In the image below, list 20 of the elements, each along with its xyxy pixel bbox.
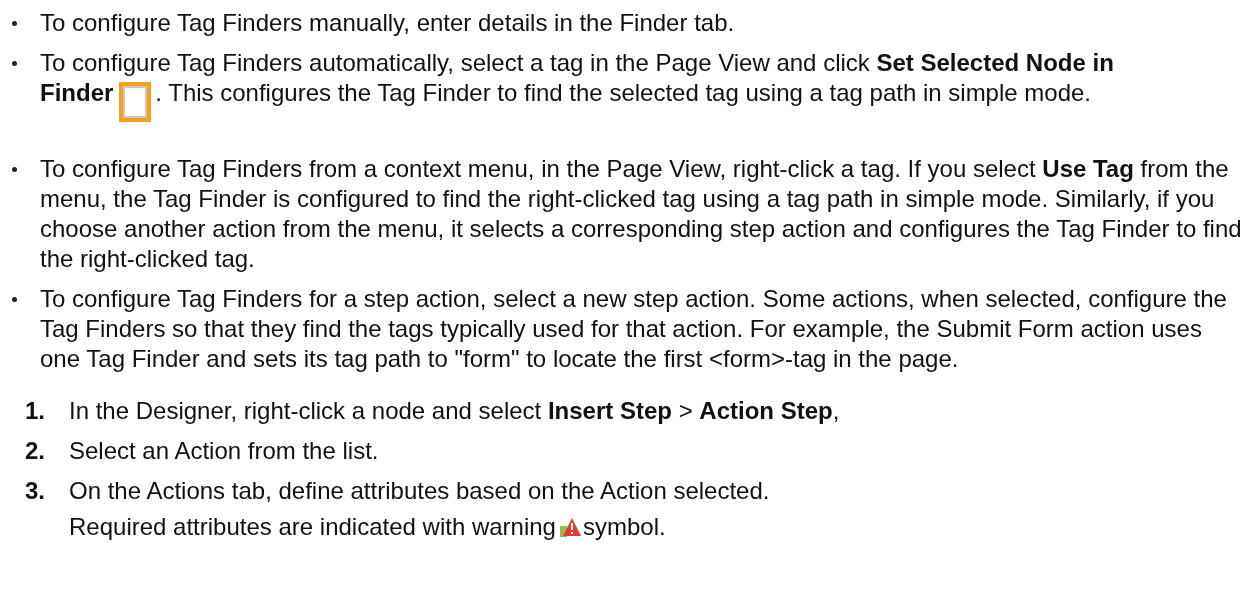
paragraph-text: To configure Tag Finders from a context menu, in the Page View, right-click a tag. If you select Use Tag from the menu, the Tag Finder is configured to find the right-clicked tag using a tag path in simple mode. Similarly, if you choose another action from the menu, it selects a corresponding step action and configures the Tag Finder to find the right-clicked tag. [40, 155, 1242, 272]
bullet-icon [12, 166, 17, 172]
step-number: 1. [25, 396, 46, 426]
note-text: symbol. [582, 513, 666, 540]
note-text: Required attributes are indicated with warning [69, 513, 556, 540]
paragraph-text: Finder [40, 79, 114, 106]
paragraph-text: To configure Tag Finders for a step action, select a new step action. Some actions, when selected, configure the Tag Finders so that they find the tags typically used for that action. For example, the Submit Form action uses one Tag Finder and sets its tag path to "form" to locate the first <form>-tag in the page. [40, 285, 1227, 372]
bullet-icon [12, 296, 17, 302]
step-text: In the Designer, right-click a node and select Insert Step > Action Step, [69, 396, 841, 426]
step-number: 2. [25, 436, 46, 466]
selection-frame-icon [119, 82, 152, 122]
paragraph-text: To configure Tag Finders manually, enter details in the Finder tab. [40, 9, 735, 36]
bullet-icon [12, 20, 17, 26]
step-number: 3. [25, 476, 46, 506]
step-text: Select an Action from the list. [69, 436, 380, 466]
warning-icon [559, 516, 582, 537]
paragraph-text: . This configures the Tag Finder to find the selected tag using a tag path in simple mode. [155, 79, 1091, 106]
step-text: On the Actions tab, define attributes based on the Action selected. [69, 476, 771, 506]
bullet-icon [12, 60, 17, 66]
paragraph-text: To configure Tag Finders automatically, select a tag in the Page View and click Set Selected Node in [40, 49, 1114, 76]
